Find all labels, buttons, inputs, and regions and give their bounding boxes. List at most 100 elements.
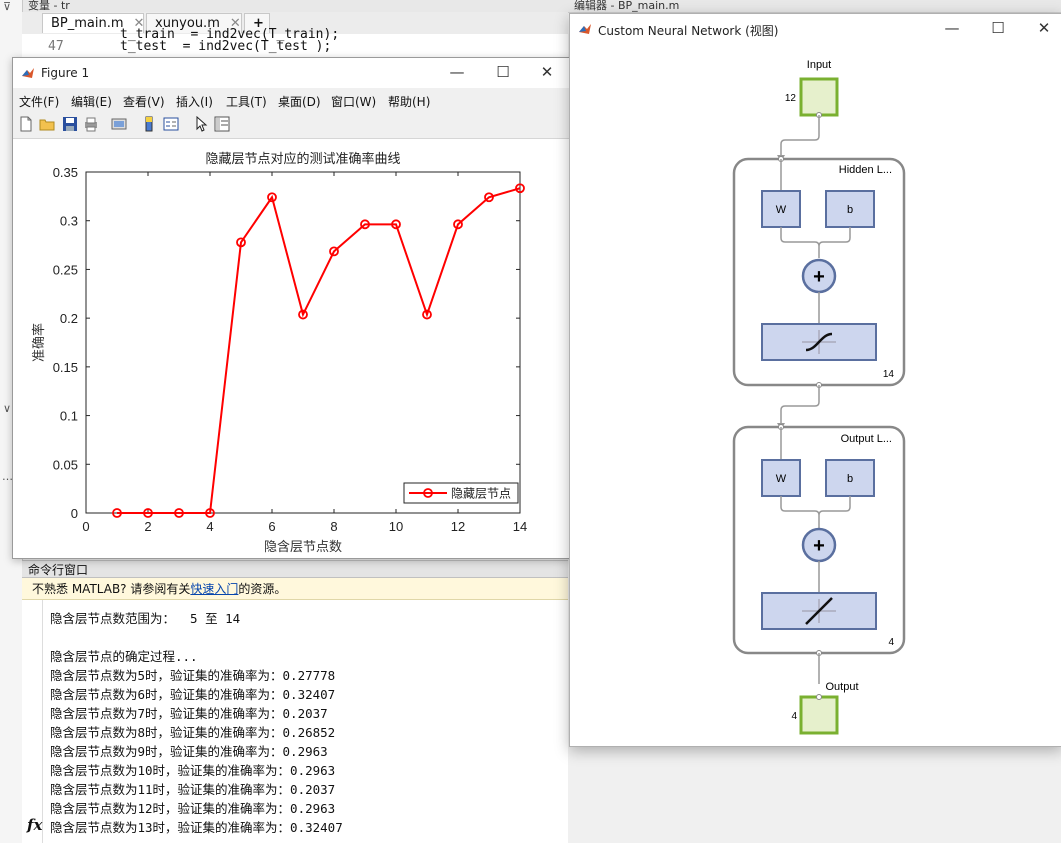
legend-label: 隐藏层节点	[451, 487, 511, 501]
output-label: Output	[825, 681, 858, 693]
x-tick-label: 8	[330, 519, 337, 534]
y-tick-label: 0.2	[60, 311, 78, 326]
menu-insert[interactable]: 插入(I)	[176, 93, 213, 110]
command-output-line: 隐含层节点数为11时，验证集的准确率为：0.2037	[50, 782, 336, 797]
figure1-titlebar[interactable]: Figure 1 — ☐ ✕	[13, 58, 569, 88]
figure-canvas: 隐藏层节点对应的测试准确率曲线 隐含层节点数 准确率 0 2 4 6 8 10 12 14 0 0.05…	[13, 139, 569, 558]
nn-titlebar[interactable]: Custom Neural Network (视图) — ☐ ✕	[570, 14, 1061, 44]
matlab-logo-icon	[579, 24, 591, 34]
command-window-hint: 不熟悉 MATLAB? 请参阅有关快速入门的资源。	[22, 578, 568, 600]
y-tick-label: 0.15	[53, 360, 78, 375]
y-tick-label: 0	[71, 506, 78, 521]
connector-dot	[816, 694, 822, 700]
command-output-line: 隐含层节点数范围为： 5 至 14	[50, 611, 241, 626]
input-size: 12	[785, 93, 797, 104]
open-icon[interactable]	[39, 116, 55, 132]
x-tick-label: 4	[206, 519, 213, 534]
menu-view[interactable]: 查看(V)	[123, 93, 165, 110]
figure-toolbar	[13, 112, 569, 139]
output-size: 4	[791, 711, 797, 722]
tab-label: BP_main.m	[51, 16, 124, 31]
hidden-layer-label: Hidden L...	[839, 164, 892, 176]
chevron-down-icon[interactable]: ∨	[3, 402, 11, 415]
nn-diagram: Input 12 Hidden L... W b + 14 Output L..…	[732, 59, 906, 735]
x-tick-label: 0	[82, 519, 89, 534]
command-gutter	[22, 600, 43, 843]
menu-tools[interactable]: 工具(T)	[226, 93, 267, 110]
menu-desktop[interactable]: 桌面(D)	[278, 93, 321, 110]
bias-label: b	[847, 204, 853, 216]
y-tick-label: 0.1	[60, 409, 78, 424]
command-output-line: 隐含层节点数为9时，验证集的准确率为：0.2963	[50, 744, 328, 759]
nn-title: Custom Neural Network (视图)	[598, 24, 779, 38]
minimize-button[interactable]: —	[445, 62, 469, 82]
x-tick-label: 6	[268, 519, 275, 534]
output-node[interactable]	[799, 695, 839, 735]
save-icon[interactable]	[62, 116, 78, 132]
print-icon[interactable]	[83, 116, 99, 132]
line-number: 47	[48, 39, 64, 54]
x-tick-label: 2	[144, 519, 151, 534]
y-tick-label: 0.3	[60, 214, 78, 229]
connection-line	[780, 385, 820, 426]
connection-line	[780, 115, 820, 158]
figure1-title: Figure 1	[41, 66, 90, 80]
accuracy-chart: 隐藏层节点对应的测试准确率曲线隐含层节点数 准确率 0 2 4 6 8 10 12 14 0 0.05…	[31, 151, 527, 555]
maximize-button[interactable]: ☐	[986, 18, 1010, 38]
property-icon[interactable]	[214, 116, 230, 132]
output-layer-label: Output L...	[841, 433, 892, 445]
weight-label: W	[776, 204, 787, 216]
menu-window[interactable]: 窗口(W)	[331, 93, 376, 110]
y-tick-label: 0.35	[53, 165, 78, 180]
figure1-window: Figure 1 — ☐ ✕ 文件(F) 编辑(E) 查看(V) 插入(I) 工…	[12, 57, 570, 559]
command-window-output[interactable]: 隐含层节点数范围为： 5 至 14 隐含层节点的确定过程... 隐含层节点数为5时，…	[22, 600, 568, 843]
editor-panel-title: 编辑器 - BP_main.m	[574, 0, 680, 12]
command-window-header: 命令行窗口	[22, 560, 568, 578]
bias-label: b	[847, 473, 853, 485]
command-output-line: 隐含层节点数为10时，验证集的准确率为：0.2963	[50, 763, 336, 778]
hint-text-suffix: 的资源。	[238, 582, 287, 596]
y-tick-label: 0.05	[53, 457, 78, 472]
collapse-icon[interactable]: ⊽	[3, 0, 11, 13]
fx-icon[interactable]: fx	[27, 816, 42, 834]
x-axis-label: 隐含层节点数	[264, 539, 342, 555]
x-tick-label: 10	[389, 519, 403, 534]
y-tick-label: 0.25	[53, 262, 78, 277]
matlab-logo-icon	[22, 68, 34, 78]
command-output-line: 隐含层节点数为6时，验证集的准确率为：0.32407	[50, 687, 336, 702]
pointer-icon[interactable]	[193, 116, 209, 132]
quick-start-link[interactable]: 快速入门	[190, 582, 238, 596]
hint-text: 不熟悉 MATLAB? 请参阅有关	[32, 582, 191, 596]
code-line: t_test = ind2vec(T_test );	[120, 39, 332, 54]
command-output-line: 隐含层节点数为12时，验证集的准确率为：0.2963	[50, 801, 336, 816]
weight-label: W	[776, 473, 787, 485]
command-output-line: 隐含层节点的确定过程...	[50, 649, 198, 664]
close-button[interactable]: ✕	[1032, 18, 1056, 38]
legend-icon[interactable]	[163, 116, 179, 132]
menu-file[interactable]: 文件(F)	[19, 93, 59, 110]
link-icon[interactable]	[111, 116, 127, 132]
close-button[interactable]: ✕	[535, 62, 559, 82]
input-label: Input	[807, 59, 831, 71]
maximize-button[interactable]: ☐	[491, 62, 515, 82]
plus-icon: +	[813, 535, 825, 557]
command-output-line: 隐含层节点数为5时，验证集的准确率为：0.27778	[50, 668, 336, 683]
x-tick-label: 14	[513, 519, 527, 534]
command-output-line: 隐含层节点数为8时，验证集的准确率为：0.26852	[50, 725, 336, 740]
menu-edit[interactable]: 编辑(E)	[71, 93, 112, 110]
y-axis-label: 准确率	[31, 323, 47, 362]
nn-view-window: Custom Neural Network (视图) — ☐ ✕ Input 1…	[569, 13, 1061, 747]
plus-icon: +	[813, 266, 825, 288]
hidden-size: 14	[883, 369, 895, 380]
colorbar-icon[interactable]	[141, 116, 157, 132]
output-layer-size: 4	[888, 637, 894, 648]
menu-help[interactable]: 帮助(H)	[388, 93, 430, 110]
chart-title: 隐藏层节点对应的测试准确率曲线	[205, 151, 400, 167]
figure-menubar: 文件(F) 编辑(E) 查看(V) 插入(I) 工具(T) 桌面(D) 窗口(W…	[13, 88, 569, 112]
minimize-button[interactable]: —	[940, 18, 964, 38]
command-output-line: 隐含层节点数为7时，验证集的准确率为：0.2037	[50, 706, 328, 721]
command-output-line: 隐含层节点数为13时，验证集的准确率为：0.32407	[50, 820, 343, 835]
input-node[interactable]	[799, 77, 839, 117]
x-tick-label: 12	[451, 519, 465, 534]
new-icon[interactable]	[18, 116, 34, 132]
